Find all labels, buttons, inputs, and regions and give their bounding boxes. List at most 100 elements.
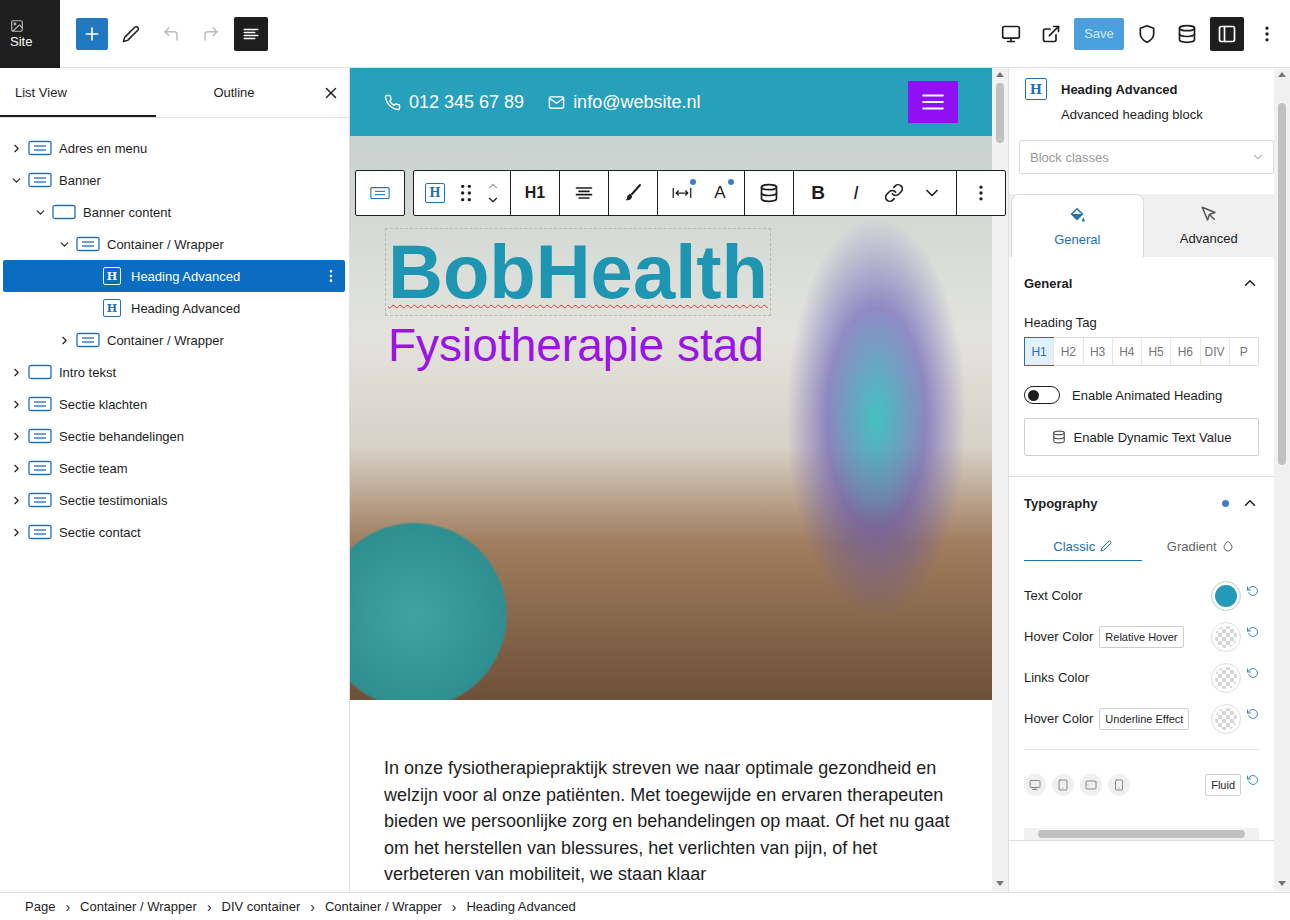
font-button[interactable]: A	[702, 175, 738, 211]
row-options[interactable]	[323, 268, 339, 284]
move-up-icon[interactable]	[486, 179, 500, 193]
block-options-button[interactable]	[963, 175, 999, 211]
save-button[interactable]: Save	[1074, 18, 1124, 50]
tree-row[interactable]: Sectie testimonials	[3, 484, 345, 516]
select-parent-button[interactable]	[362, 175, 398, 211]
heading-tag-button[interactable]: H3	[1083, 338, 1112, 365]
email-contact[interactable]: info@website.nl	[548, 92, 700, 113]
heading-tag-button[interactable]: H5	[1141, 338, 1170, 365]
toggle-switch[interactable]	[1024, 386, 1060, 404]
chevron-right-icon[interactable]	[10, 398, 23, 411]
block-mover[interactable]	[482, 179, 504, 207]
reset-button[interactable]	[1247, 626, 1259, 638]
heading-level-button[interactable]: H1	[517, 175, 553, 211]
move-down-icon[interactable]	[486, 193, 500, 207]
tree-row[interactable]: Sectie team	[3, 452, 345, 484]
tree-row[interactable]: Intro tekst	[3, 356, 345, 388]
tree-row[interactable]: Banner content	[3, 196, 345, 228]
sidebar-scrollbar[interactable]	[1274, 68, 1290, 892]
expander[interactable]	[9, 525, 23, 539]
bold-button[interactable]: B	[800, 175, 836, 211]
device-button[interactable]	[1052, 774, 1074, 796]
tree-row[interactable]: Adres en menu	[3, 132, 345, 164]
list-view-button[interactable]	[234, 17, 268, 51]
scroll-thumb[interactable]	[1278, 103, 1286, 465]
device-button[interactable]	[1108, 774, 1130, 796]
close-button[interactable]	[312, 68, 349, 117]
tree-row[interactable]: HHeading Advanced	[3, 260, 345, 292]
drag-handle[interactable]	[452, 175, 480, 211]
tree-row[interactable]: Container / Wrapper	[3, 228, 345, 260]
panel-tab[interactable]: Outline	[156, 68, 312, 117]
heading-tag-button[interactable]: H1	[1025, 338, 1053, 365]
chevron-right-icon[interactable]	[10, 142, 23, 155]
expander[interactable]	[57, 237, 71, 251]
drag-handle-icon[interactable]	[456, 183, 476, 203]
preview-button[interactable]	[994, 17, 1028, 51]
color-swatch[interactable]	[1211, 622, 1241, 652]
chevron-down-icon[interactable]	[58, 238, 71, 251]
redo-button[interactable]	[194, 17, 228, 51]
expander[interactable]	[9, 365, 23, 379]
more-formats-button[interactable]	[914, 175, 950, 211]
heading-subtitle[interactable]: Fysiotherapie stad	[388, 318, 764, 372]
menu-button[interactable]	[908, 81, 958, 123]
reset-button[interactable]	[1247, 708, 1259, 720]
device-button[interactable]	[1080, 774, 1102, 796]
dynamic-text-button[interactable]: Enable Dynamic Text Value	[1024, 418, 1259, 456]
breadcrumb-item[interactable]: Container / Wrapper	[80, 899, 197, 914]
sidebar-tab[interactable]: General	[1011, 194, 1144, 257]
panel-header[interactable]: Typography	[1024, 477, 1259, 529]
chevron-down-icon[interactable]	[10, 174, 23, 187]
expander[interactable]	[33, 205, 47, 219]
reset-button[interactable]	[1247, 585, 1259, 597]
heading-title[interactable]: BobHealth	[385, 228, 771, 316]
heading-tag-button[interactable]: H4	[1112, 338, 1141, 365]
view-page-button[interactable]	[1034, 17, 1068, 51]
heading-tag-button[interactable]: P	[1229, 338, 1258, 365]
expander[interactable]	[9, 141, 23, 155]
breadcrumb-item[interactable]: Page	[25, 899, 55, 914]
breadcrumb-item[interactable]: Container / Wrapper	[325, 899, 442, 914]
style-button[interactable]	[615, 175, 651, 211]
expander[interactable]	[9, 461, 23, 475]
effect-badge[interactable]: Underline Effect	[1099, 708, 1189, 730]
chevron-right-icon[interactable]	[10, 462, 23, 475]
panel-header[interactable]: General	[1024, 257, 1259, 309]
shield-button[interactable]	[1130, 17, 1164, 51]
expander[interactable]	[9, 429, 23, 443]
tree-row[interactable]: Banner	[3, 164, 345, 196]
panel-tab[interactable]: List View	[0, 68, 156, 117]
dynamic-data-button[interactable]	[751, 175, 787, 211]
chevron-down-icon[interactable]	[34, 206, 47, 219]
scroll-thumb[interactable]	[996, 83, 1004, 143]
phone-contact[interactable]: 012 345 67 89	[384, 92, 524, 113]
scroll-down-arrow[interactable]	[996, 881, 1004, 886]
tree-row[interactable]: Sectie klachten	[3, 388, 345, 420]
heading-tag-button[interactable]: H6	[1170, 338, 1199, 365]
color-swatch[interactable]	[1211, 581, 1241, 611]
add-block-button[interactable]	[76, 18, 108, 50]
site-logo[interactable]: Site	[0, 0, 60, 68]
color-mode-tab[interactable]: Gradient	[1142, 531, 1260, 561]
more-vertical-icon[interactable]	[323, 268, 339, 284]
breadcrumb-item[interactable]: Heading Advanced	[466, 899, 575, 914]
sidebar-tab[interactable]: Advanced	[1144, 194, 1275, 257]
color-swatch[interactable]	[1211, 663, 1241, 693]
database-button[interactable]	[1170, 17, 1204, 51]
color-mode-tab[interactable]: Classic	[1024, 531, 1142, 561]
align-button[interactable]	[566, 175, 602, 211]
panel-toggle[interactable]	[1241, 494, 1259, 512]
effect-badge[interactable]: Relative Hover	[1099, 626, 1183, 648]
scroll-thumb[interactable]	[1038, 830, 1245, 838]
heading-tag-button[interactable]: H2	[1053, 338, 1082, 365]
tools-button[interactable]	[114, 17, 148, 51]
tree-row[interactable]: HHeading Advanced	[3, 292, 345, 324]
device-button[interactable]	[1024, 774, 1046, 796]
chevron-right-icon[interactable]	[10, 526, 23, 539]
expander[interactable]	[9, 493, 23, 507]
settings-toggle[interactable]	[1210, 17, 1244, 51]
scroll-up-arrow[interactable]	[996, 72, 1004, 77]
intro-paragraph[interactable]: In onze fysiotherapiepraktijk streven we…	[384, 755, 958, 888]
tree-row[interactable]: Sectie behandelingen	[3, 420, 345, 452]
